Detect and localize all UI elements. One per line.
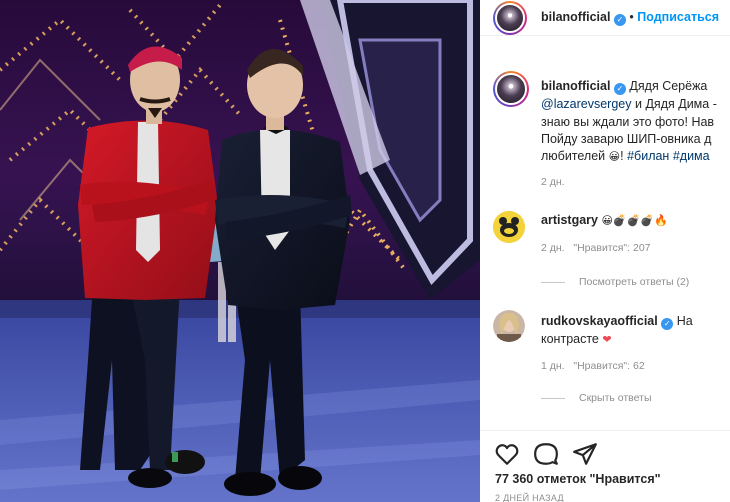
smile-emoji: 😀 [608,150,621,163]
mention-link[interactable]: @lazarevsergey [541,97,632,111]
comment-emojis: 😀💣💣💣🔥 [601,214,668,227]
hashtag-link[interactable]: #дима [673,149,710,163]
caption-line-2: @lazarevsergey и Дядя Дима - [541,96,717,112]
caption-exclaim: ! [620,149,624,163]
caption-time: 2 дн. [541,176,565,188]
commenter-avatar[interactable] [493,310,525,342]
comment-icon[interactable] [533,441,559,467]
caption-text-5: любителей [541,149,606,163]
comment-likes[interactable]: "Нравится": 207 [573,242,650,254]
heart-icon[interactable] [494,441,520,467]
verified-icon: ✓ [613,14,626,26]
view-replies-label[interactable]: Посмотреть ответы (2) [579,276,689,288]
stage-scene [0,0,480,502]
comment-1-line: artistgary 😀💣💣💣🔥 [541,212,668,229]
post-photo[interactable] [0,0,480,502]
comment-time: 2 дн. [541,242,565,254]
header-author-line: bilanofficial ✓ • Подписаться [541,9,719,26]
view-replies-button[interactable]: Посмотреть ответы (2) [541,276,689,288]
comment-text: На [676,314,693,328]
caption-username[interactable]: bilanofficial [541,79,610,93]
verified-icon: ✓ [661,318,674,330]
commenter-avatar[interactable] [493,211,525,243]
follow-button[interactable]: Подписаться [637,10,719,24]
heart-emoji: ❤ [602,333,612,346]
caption-line-1: bilanofficial ✓ Дядя Серёжа [541,78,707,95]
comment-2-line-2: контрасте ❤ [541,331,612,348]
post-header: bilanofficial ✓ • Подписаться [480,0,730,36]
caption-line-5: любителей 😀! #билан #дима [541,148,710,165]
replies-divider [541,397,565,399]
comment-username[interactable]: rudkovskayaofficial [541,314,658,328]
comment-2-line-1: rudkovskayaofficial ✓ На [541,313,693,330]
author-username[interactable]: bilanofficial [541,10,610,24]
hide-replies-label[interactable]: Скрыть ответы [579,392,652,404]
separator-dot: • [629,10,634,24]
comment-time: 1 дн. [541,360,565,372]
share-icon[interactable] [572,441,598,467]
comment-meta: 2 дн. "Нравится": 207 [541,242,651,254]
caption-line-4: Пойду заварю ШИП-овника д [541,132,712,146]
post-timestamp: 2 ДНЕЙ НАЗАД [495,493,564,502]
hashtag-link[interactable]: #билан [627,149,669,163]
comment-meta: 1 дн. "Нравится": 62 [541,360,645,372]
verified-icon: ✓ [613,83,626,95]
caption-text-1: Дядя Серёжа [629,79,708,93]
likes-count[interactable]: 77 360 отметок "Нравится" [495,472,661,486]
post-actions [480,430,730,470]
caption-line-3: знаю вы ждали это фото! Нав [541,115,715,129]
comment-username[interactable]: artistgary [541,213,598,227]
comment-text: контрасте [541,332,599,346]
hide-replies-button[interactable]: Скрыть ответы [541,392,652,404]
author-avatar[interactable] [493,1,527,35]
post-sidebar: bilanofficial ✓ • Подписаться bilanoffic… [480,0,730,502]
replies-divider [541,281,565,283]
comment-likes[interactable]: "Нравится": 62 [573,360,644,372]
caption-text-2: и Дядя Дима - [635,97,717,111]
caption-avatar[interactable] [493,71,529,107]
